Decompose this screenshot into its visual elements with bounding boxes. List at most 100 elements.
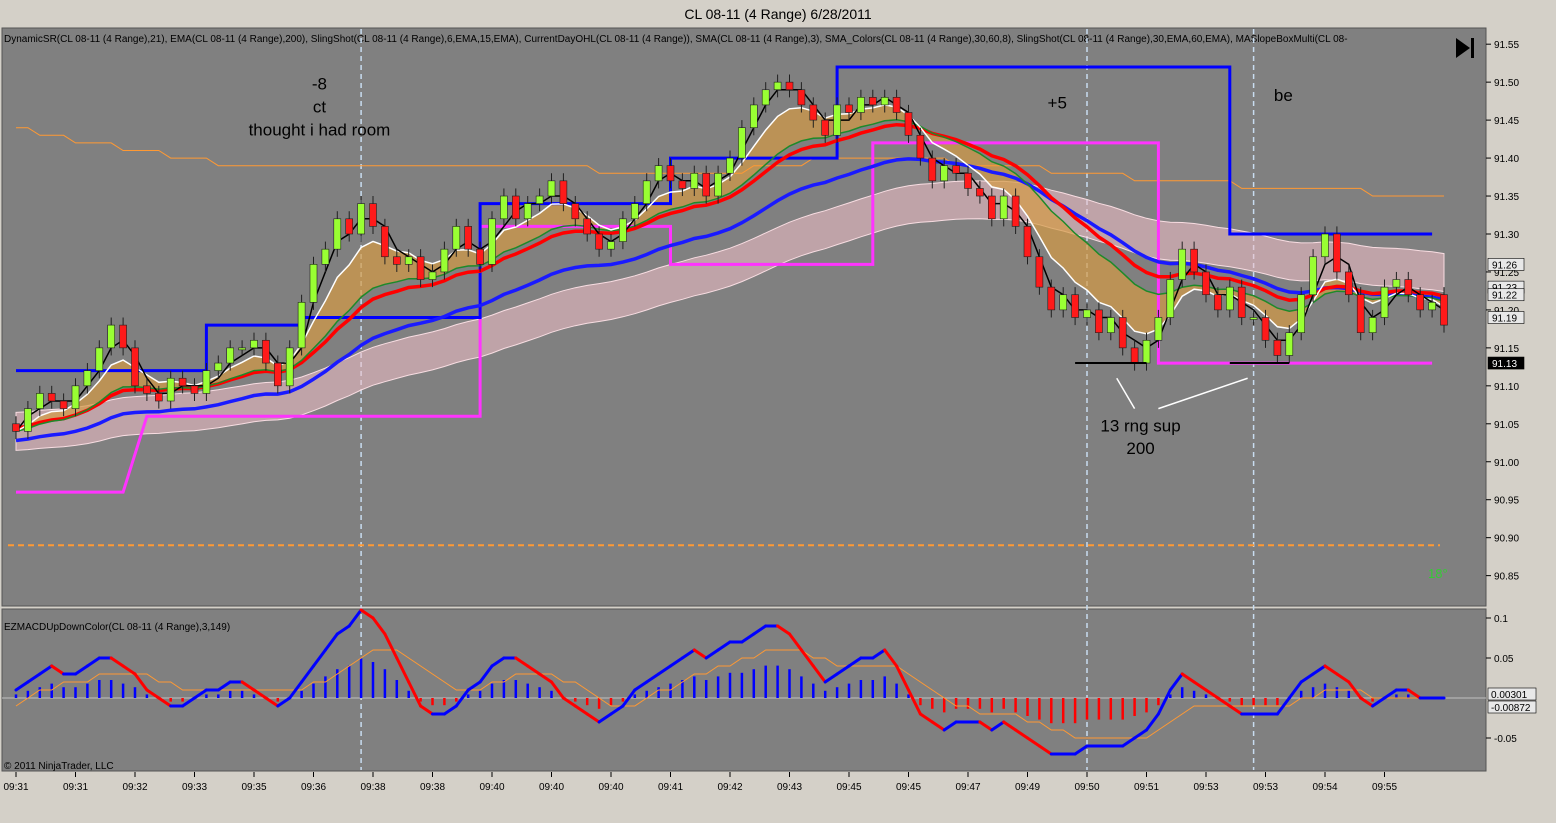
candle-up (1226, 286, 1234, 311)
candle-down (369, 203, 377, 227)
candle-down (1023, 226, 1032, 258)
candle-up (1428, 302, 1436, 311)
candle-up (1166, 279, 1175, 318)
candle-down (1416, 294, 1424, 311)
candle-down (47, 393, 56, 402)
chart-annotation: be (1274, 86, 1293, 105)
indicators-label: DynamicSR(CL 08-11 (4 Range),21), EMA(CL… (4, 34, 1348, 45)
candle-up (1154, 317, 1163, 341)
candle-down (1202, 271, 1210, 296)
candle-up (1368, 317, 1377, 333)
candle-down (1190, 248, 1198, 273)
candle-down (143, 385, 151, 394)
chart-annotation: +5 (1048, 94, 1067, 113)
candle-down (785, 81, 794, 91)
time-axis-label: 09:45 (836, 782, 861, 793)
candle-down (1118, 317, 1127, 349)
candle-down (868, 97, 877, 106)
candle-down (178, 377, 187, 387)
candle-up (940, 165, 949, 182)
candle-down (964, 172, 972, 189)
price-tag-label: 91.19 (1492, 314, 1517, 325)
candle-up (1107, 317, 1115, 333)
candle-up (833, 104, 841, 136)
candle-up (726, 157, 734, 174)
candle-up (333, 218, 342, 250)
time-axis-label: 09:54 (1312, 782, 1337, 793)
candle-down (416, 256, 425, 280)
time-axis-label: 09:42 (717, 782, 742, 793)
time-axis-label: 09:31 (3, 782, 28, 793)
candle-down (928, 157, 937, 182)
price-tag-label: 91.26 (1492, 260, 1517, 271)
candle-up (1321, 233, 1329, 258)
candle-up (309, 264, 318, 303)
macd-axis-label: 0.1 (1494, 614, 1508, 625)
macd-axis-label: 0.05 (1494, 654, 1514, 665)
candle-down (511, 195, 520, 220)
candle-down (952, 165, 960, 174)
candle-down (666, 165, 675, 182)
time-axis-label: 09:53 (1193, 782, 1218, 793)
chart-annotation: ct (313, 98, 327, 117)
candle-up (1083, 309, 1091, 318)
candle-up (1142, 339, 1151, 364)
candle-down (59, 400, 68, 409)
candle-down (1237, 286, 1246, 318)
macd-value-tag-label: 0.00301 (1491, 690, 1528, 701)
candle-down (345, 218, 354, 235)
time-axis-label: 09:49 (1015, 782, 1040, 793)
price-axis-label: 91.45 (1494, 116, 1519, 127)
candle-up (1059, 294, 1067, 311)
candle-down (987, 195, 996, 220)
candle-down (1404, 279, 1413, 296)
chart-annotation: 13 rng sup (1100, 416, 1180, 435)
candle-up (1249, 317, 1258, 320)
candle-up (690, 172, 699, 189)
time-axis-label: 09:33 (182, 782, 207, 793)
lower-panel-label: EZMACDUpDownColor(CL 08-11 (4 Range),3,1… (4, 622, 230, 633)
candle-up (1178, 248, 1186, 280)
candle-up (547, 180, 556, 197)
price-axis-label: 90.90 (1494, 534, 1519, 545)
candle-up (428, 271, 437, 280)
candle-down (1214, 294, 1222, 311)
candle-down (916, 134, 925, 159)
candle-up (500, 195, 508, 220)
candle-up (95, 347, 104, 371)
time-axis-label: 09:50 (1074, 782, 1099, 793)
price-axis-label: 91.30 (1494, 230, 1519, 241)
candle-up (880, 97, 889, 106)
candle-up (440, 248, 449, 273)
candle-up (24, 408, 32, 432)
candle-up (642, 180, 651, 204)
candle-down (1273, 339, 1282, 356)
candle-up (857, 97, 865, 113)
candle-down (821, 119, 830, 136)
candle-down (381, 226, 389, 258)
candle-down (1035, 256, 1044, 288)
candle-up (761, 89, 770, 106)
window-title: CL 08-11 (4 Range) 6/28/2011 (684, 6, 872, 22)
candle-down (190, 385, 199, 394)
price-tag-label: 91.22 (1492, 291, 1517, 302)
time-axis-label: 09:31 (63, 782, 88, 793)
time-axis-label: 09:55 (1372, 782, 1397, 793)
candle-down (809, 104, 818, 121)
candle-up (285, 347, 294, 387)
price-axis-label: 90.95 (1494, 496, 1519, 507)
chart-svg: CL 08-11 (4 Range) 6/28/2011 DynamicSR(C… (0, 0, 1556, 818)
candle-down (155, 393, 163, 402)
candle-up (1309, 256, 1317, 296)
candle-down (1047, 286, 1056, 311)
candle-down (273, 362, 282, 387)
time-axis-label: 09:40 (598, 782, 623, 793)
price-axis-label: 91.05 (1494, 420, 1519, 431)
candle-up (35, 393, 44, 409)
candle-down (1440, 294, 1448, 326)
candle-up (607, 241, 615, 250)
angle-label: 18° (1428, 566, 1448, 581)
candle-up (297, 302, 306, 349)
candle-up (250, 339, 258, 349)
time-axis-label: 09:38 (360, 782, 385, 793)
